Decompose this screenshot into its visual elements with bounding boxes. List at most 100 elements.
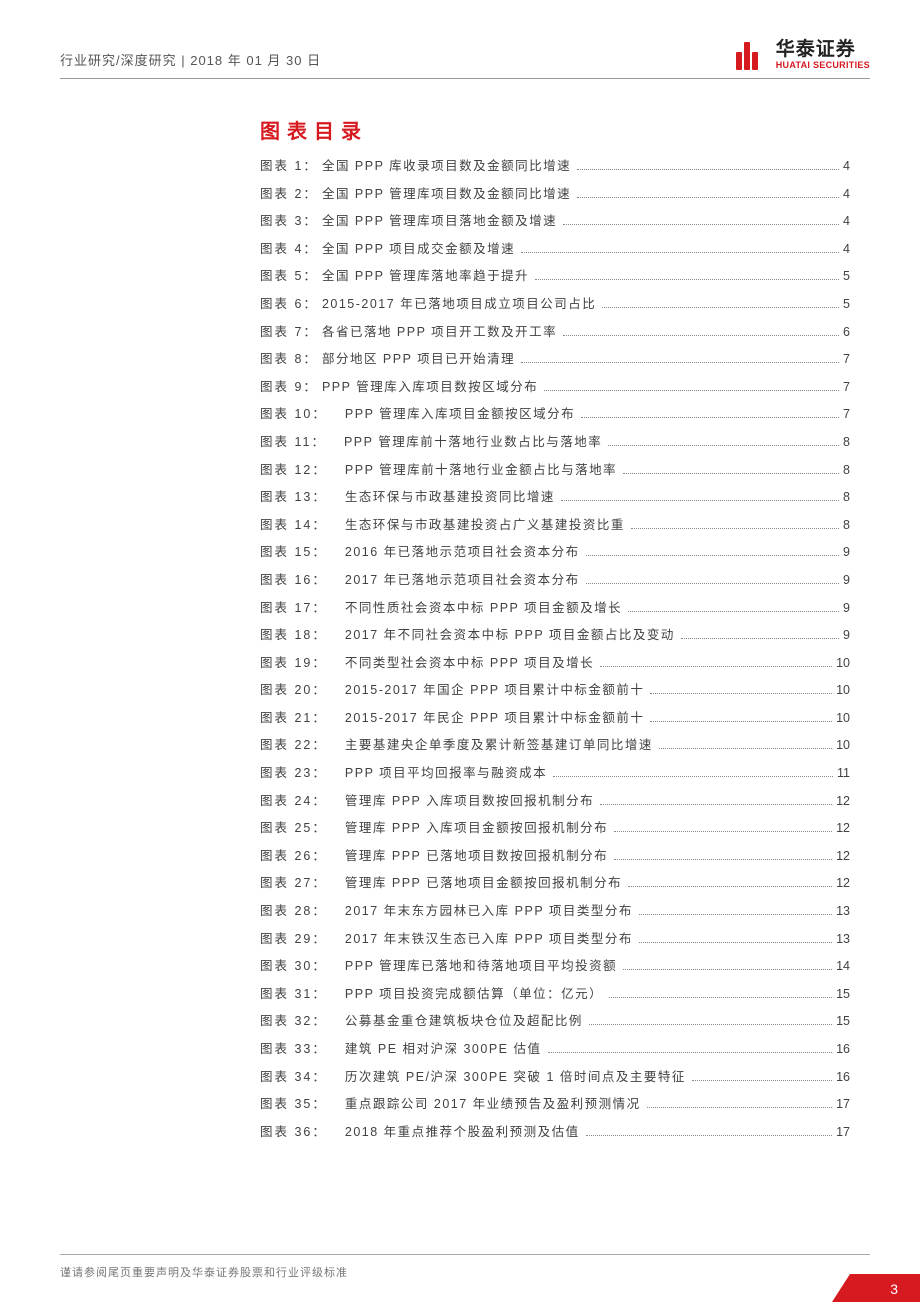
- toc-leader-dots: [521, 362, 839, 363]
- toc-leader-dots: [589, 1024, 832, 1025]
- toc-leader-dots: [647, 1107, 832, 1108]
- toc-entry-label: 图表 18：: [260, 629, 327, 642]
- toc-leader-dots: [548, 1052, 833, 1053]
- toc-entry[interactable]: 图表 13：生态环保与市政基建投资同比增速8: [260, 491, 850, 504]
- toc-entry-page: 9: [843, 546, 850, 559]
- toc-entry-label: 图表 1：: [260, 160, 318, 173]
- toc-entry[interactable]: 图表 12：PPP 管理库前十落地行业金额占比与落地率8: [260, 464, 850, 477]
- toc-entry[interactable]: 图表 31：PPP 项目投资完成额估算（单位：亿元）15: [260, 988, 850, 1001]
- toc-entry[interactable]: 图表 35：重点跟踪公司 2017 年业绩预告及盈利预测情况17: [260, 1098, 850, 1111]
- toc-entry-text: 管理库 PPP 入库项目金额按回报机制分布: [345, 822, 608, 835]
- toc-entry[interactable]: 图表 17：不同性质社会资本中标 PPP 项目金额及增长9: [260, 602, 850, 615]
- toc-leader-dots: [614, 831, 832, 832]
- toc-entry-text: 全国 PPP 管理库落地率趋于提升: [322, 270, 529, 283]
- toc-leader-dots: [600, 666, 832, 667]
- toc-entry-label: 图表 4：: [260, 243, 318, 256]
- toc-entry-text: 管理库 PPP 入库项目数按回报机制分布: [345, 795, 594, 808]
- toc-leader-dots: [561, 500, 839, 501]
- toc-leader-dots: [659, 748, 832, 749]
- toc-entry[interactable]: 图表 14： 生态环保与市政基建投资占广义基建投资比重 8: [260, 519, 850, 532]
- toc-entry-page: 16: [836, 1043, 850, 1056]
- toc-entry-label: 图表 14：: [260, 519, 327, 532]
- toc-entry-page: 4: [843, 243, 850, 256]
- toc-entry[interactable]: 图表 10：PPP 管理库入库项目金额按区域分布7: [260, 408, 850, 421]
- toc-entry[interactable]: 图表 16：2017 年已落地示范项目社会资本分布9: [260, 574, 850, 587]
- toc-leader-dots: [577, 197, 839, 198]
- toc-entry-label: 图表 21：: [260, 712, 327, 725]
- toc-list: 图表 1：全国 PPP 库收录项目数及金额同比增速4 图表 2：全国 PPP 管理…: [260, 160, 850, 1139]
- toc-entry-page: 8: [843, 519, 850, 532]
- toc-entry-label: 图表 10：: [260, 408, 327, 421]
- toc-entry[interactable]: 图表 25：管理库 PPP 入库项目金额按回报机制分布12: [260, 822, 850, 835]
- toc-entry-label: 图表 33：: [260, 1043, 327, 1056]
- toc-entry-page: 8: [843, 464, 850, 477]
- toc-entry[interactable]: 图表 18：2017 年不同社会资本中标 PPP 项目金额占比及变动9: [260, 629, 850, 642]
- toc-leader-dots: [608, 445, 839, 446]
- toc-leader-dots: [586, 583, 839, 584]
- toc-entry[interactable]: 图表 27：管理库 PPP 已落地项目金额按回报机制分布12: [260, 877, 850, 890]
- toc-leader-dots: [563, 335, 839, 336]
- toc-entry-page: 15: [836, 1015, 850, 1028]
- toc-entry-page: 13: [836, 905, 850, 918]
- toc-entry-label: 图表 16：: [260, 574, 327, 587]
- toc-entry-page: 15: [836, 988, 850, 1001]
- breadcrumb: 行业研究/深度研究 | 2018 年 01 月 30 日: [60, 50, 321, 69]
- toc-entry-page: 8: [843, 491, 850, 504]
- toc-entry-label: 图表 13：: [260, 491, 327, 504]
- toc-entry[interactable]: 图表 32：公募基金重仓建筑板块仓位及超配比例15: [260, 1015, 850, 1028]
- toc-entry[interactable]: 图表 15：2016 年已落地示范项目社会资本分布9: [260, 546, 850, 559]
- toc-entry-label: 图表 22：: [260, 739, 327, 752]
- toc-leader-dots: [692, 1080, 832, 1081]
- footer-disclaimer: 谨请参阅尾页重要声明及华泰证券股票和行业评级标准: [60, 1264, 348, 1280]
- toc-entry-label: 图表 7：: [260, 326, 318, 339]
- toc-entry-page: 5: [843, 270, 850, 283]
- toc-entry[interactable]: 图表 11：PPP 管理库前十落地行业数占比与落地率8: [260, 436, 850, 449]
- page-number-flag: [850, 1274, 920, 1302]
- toc-entry[interactable]: 图表 9：PPP 管理库入库项目数按区域分布7: [260, 381, 850, 394]
- toc-entry-label: 图表 9：: [260, 381, 318, 394]
- toc-entry[interactable]: 图表 30：PPP 管理库已落地和待落地项目平均投资额14: [260, 960, 850, 973]
- toc-leader-dots: [628, 611, 839, 612]
- toc-entry[interactable]: 图表 20：2015-2017 年国企 PPP 项目累计中标金额前十10: [260, 684, 850, 697]
- toc-entry-text: 生态环保与市政基建投资占广义基建投资比重: [345, 519, 625, 532]
- toc-entry[interactable]: 图表 7：各省已落地 PPP 项目开工数及开工率6: [260, 326, 850, 339]
- toc-entry[interactable]: 图表 26：管理库 PPP 已落地项目数按回报机制分布12: [260, 850, 850, 863]
- toc-entry-label: 图表 27：: [260, 877, 327, 890]
- toc-entry-label: 图表 19：: [260, 657, 327, 670]
- toc-entry-page: 12: [836, 877, 850, 890]
- toc-entry-text: 2017 年末东方园林已入库 PPP 项目类型分布: [345, 905, 633, 918]
- toc-leader-dots: [609, 997, 832, 998]
- toc-entry[interactable]: 图表 34：历次建筑 PE/沪深 300PE 突破 1 倍时间点及主要特征16: [260, 1071, 850, 1084]
- toc-entry[interactable]: 图表 6：2015-2017 年已落地项目成立项目公司占比5: [260, 298, 850, 311]
- toc-leader-dots: [535, 279, 839, 280]
- toc-entry-text: 全国 PPP 管理库项目落地金额及增速: [322, 215, 557, 228]
- toc-entry-page: 7: [843, 381, 850, 394]
- toc-leader-dots: [650, 721, 832, 722]
- toc-entry[interactable]: 图表 29：2017 年末铁汉生态已入库 PPP 项目类型分布13: [260, 933, 850, 946]
- toc-entry[interactable]: 图表 5：全国 PPP 管理库落地率趋于提升5: [260, 270, 850, 283]
- toc-entry-text: 2017 年末铁汉生态已入库 PPP 项目类型分布: [345, 933, 633, 946]
- toc-entry[interactable]: 图表 21：2015-2017 年民企 PPP 项目累计中标金额前十10: [260, 712, 850, 725]
- toc-entry[interactable]: 图表 2：全国 PPP 管理库项目数及金额同比增速4: [260, 188, 850, 201]
- toc-entry-label: 图表 12：: [260, 464, 327, 477]
- toc-entry[interactable]: 图表 19：不同类型社会资本中标 PPP 项目及增长10: [260, 657, 850, 670]
- toc-entry[interactable]: 图表 28：2017 年末东方园林已入库 PPP 项目类型分布13: [260, 905, 850, 918]
- toc-entry[interactable]: 图表 23：PPP 项目平均回报率与融资成本11: [260, 767, 850, 780]
- toc-entry-page: 11: [837, 767, 850, 780]
- toc-entry-page: 9: [843, 629, 850, 642]
- toc-entry[interactable]: 图表 1：全国 PPP 库收录项目数及金额同比增速4: [260, 160, 850, 173]
- toc-entry[interactable]: 图表 36：2018 年重点推荐个股盈利预测及估值17: [260, 1126, 850, 1139]
- toc-entry[interactable]: 图表 33：建筑 PE 相对沪深 300PE 估值16: [260, 1043, 850, 1056]
- toc-entry[interactable]: 图表 3：全国 PPP 管理库项目落地金额及增速4: [260, 215, 850, 228]
- toc-section: 图表目录 图表 1：全国 PPP 库收录项目数及金额同比增速4图表 2：全国 P…: [260, 115, 850, 1139]
- toc-entry-page: 5: [843, 298, 850, 311]
- toc-entry-text: 历次建筑 PE/沪深 300PE 突破 1 倍时间点及主要特征: [345, 1071, 686, 1084]
- toc-entry[interactable]: 图表 22：主要基建央企单季度及累计新签基建订单同比增速10: [260, 739, 850, 752]
- toc-entry-page: 10: [836, 712, 850, 725]
- toc-entry[interactable]: 图表 4：全国 PPP 项目成交金额及增速4: [260, 243, 850, 256]
- toc-leader-dots: [553, 776, 833, 777]
- toc-entry[interactable]: 图表 24：管理库 PPP 入库项目数按回报机制分布12: [260, 795, 850, 808]
- toc-leader-dots: [544, 390, 839, 391]
- toc-entry[interactable]: 图表 8：部分地区 PPP 项目已开始清理7: [260, 353, 850, 366]
- toc-entry-text: 部分地区 PPP 项目已开始清理: [322, 353, 515, 366]
